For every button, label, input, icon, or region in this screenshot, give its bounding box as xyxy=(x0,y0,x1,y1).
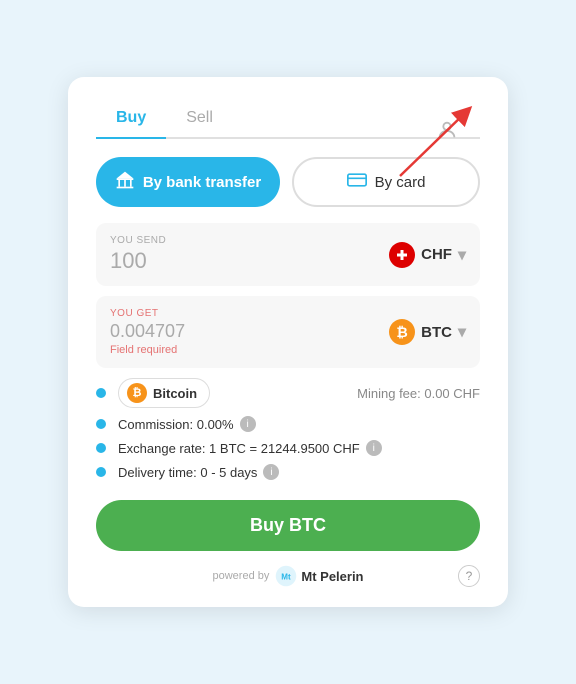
by-card-label: By card xyxy=(375,174,426,191)
timeline-row-coin: ₿ Bitcoin Mining fee: 0.00 CHF xyxy=(96,378,480,408)
coin-name: Bitcoin xyxy=(153,386,197,401)
buy-btc-button[interactable]: Buy BTC xyxy=(96,500,480,551)
send-input[interactable] xyxy=(110,248,250,274)
btc-selector[interactable]: ₿ BTC ▾ xyxy=(389,319,466,345)
coin-tag-btc-icon: ₿ xyxy=(127,383,147,403)
timeline-row-commission: Commission: 0.00% i xyxy=(96,416,480,432)
chf-chevron-icon: ▾ xyxy=(458,245,466,265)
bank-transfer-button[interactable]: By bank transfer xyxy=(96,157,280,207)
timeline-dot-3 xyxy=(96,443,106,453)
exchange-rate-info-icon[interactable]: i xyxy=(366,440,382,456)
commission-text: Commission: 0.00% xyxy=(118,417,234,432)
payment-methods: By bank transfer By card xyxy=(96,157,480,207)
get-label: YOU GET xyxy=(110,308,185,319)
mt-pelerin-logo-icon: Mt xyxy=(275,565,297,587)
timeline-row-delivery: Delivery time: 0 - 5 days i xyxy=(96,464,480,480)
card-icon xyxy=(347,172,367,192)
profile-icon[interactable] xyxy=(436,119,458,147)
timeline-dot-2 xyxy=(96,419,106,429)
delivery-text: Delivery time: 0 - 5 days xyxy=(118,465,257,480)
timeline-dot-4 xyxy=(96,467,106,477)
send-row: YOU SEND CHF ▾ xyxy=(96,223,480,286)
bank-icon xyxy=(115,170,135,194)
tab-sell[interactable]: Sell xyxy=(166,101,233,137)
tab-buy[interactable]: Buy xyxy=(96,101,166,139)
svg-text:Mt: Mt xyxy=(282,573,292,582)
chf-selector[interactable]: CHF ▾ xyxy=(389,242,466,268)
send-label: YOU SEND xyxy=(110,235,250,246)
chf-label: CHF xyxy=(421,246,452,263)
mining-fee-text: Mining fee: 0.00 CHF xyxy=(357,386,480,401)
btc-icon: ₿ xyxy=(389,319,415,345)
by-card-button[interactable]: By card xyxy=(292,157,480,207)
coin-tag[interactable]: ₿ Bitcoin xyxy=(118,378,210,408)
mt-pelerin-logo: Mt Mt Pelerin xyxy=(275,565,363,587)
powered-by-text: powered by xyxy=(213,570,270,582)
field-required-text: Field required xyxy=(110,344,185,356)
timeline-section: ₿ Bitcoin Mining fee: 0.00 CHF Commissio… xyxy=(96,378,480,480)
footer: powered by Mt Mt Pelerin ? xyxy=(96,565,480,587)
bank-transfer-label: By bank transfer xyxy=(143,174,261,191)
get-row: YOU GET 0.004707 Field required ₿ BTC ▾ xyxy=(96,296,480,368)
brand-name: Mt Pelerin xyxy=(301,569,363,584)
commission-info-icon[interactable]: i xyxy=(240,416,256,432)
timeline-dot-1 xyxy=(96,388,106,398)
btc-chevron-icon: ▾ xyxy=(458,322,466,342)
timeline-row-rate: Exchange rate: 1 BTC = 21244.9500 CHF i xyxy=(96,440,480,456)
btc-label: BTC xyxy=(421,324,452,341)
help-icon[interactable]: ? xyxy=(458,565,480,587)
delivery-info-icon[interactable]: i xyxy=(263,464,279,480)
get-value: 0.004707 xyxy=(110,321,185,342)
chf-icon xyxy=(389,242,415,268)
exchange-rate-text: Exchange rate: 1 BTC = 21244.9500 CHF xyxy=(118,441,360,456)
